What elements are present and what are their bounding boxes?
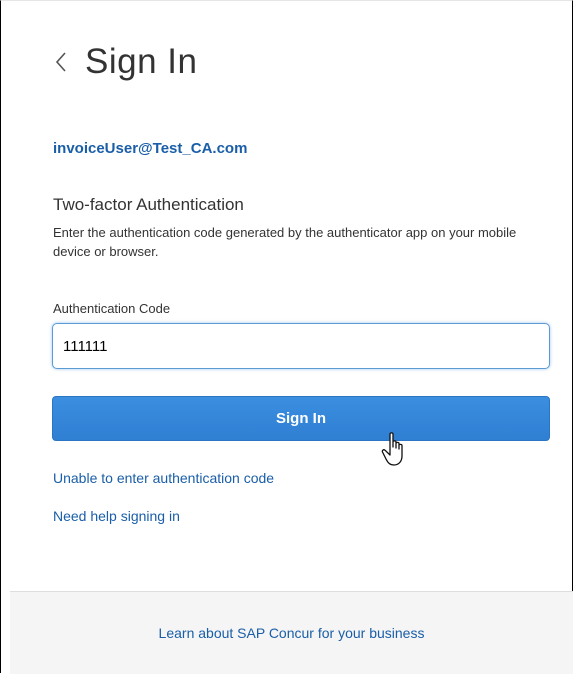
sign-in-button[interactable]: Sign In [52,396,550,441]
user-email: invoiceUser@Test_CA.com [53,140,248,157]
sign-in-card: Sign In invoiceUser@Test_CA.com Two-fact… [10,1,573,674]
chevron-left-icon[interactable] [53,44,75,80]
two-factor-instructions: Enter the authentication code generated … [53,225,517,259]
sign-in-frame: Sign In invoiceUser@Test_CA.com Two-fact… [0,0,573,674]
page-title: Sign In [85,42,198,81]
authentication-code-label: Authentication Code [53,301,171,316]
need-help-signing-in-link[interactable]: Need help signing in [53,508,180,524]
unable-to-enter-code-link[interactable]: Unable to enter authentication code [53,470,274,486]
two-factor-heading: Two-factor Authentication [53,195,244,214]
footer: Learn about SAP Concur for your business [10,591,573,674]
authentication-code-input[interactable] [52,323,550,369]
title-row: Sign In [53,37,197,87]
learn-about-sap-concur-link[interactable]: Learn about SAP Concur for your business [10,625,573,641]
